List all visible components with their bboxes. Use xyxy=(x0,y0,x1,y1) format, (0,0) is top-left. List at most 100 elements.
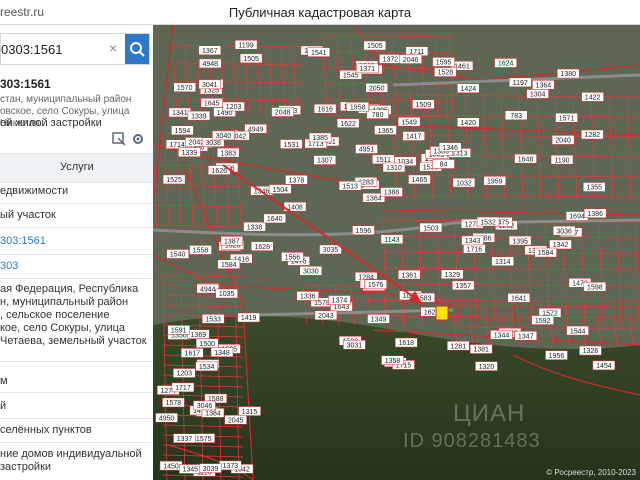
parcel-label[interactable]: 1578 xyxy=(166,400,182,407)
parcel-label[interactable]: 1576 xyxy=(368,282,384,289)
parcel-label[interactable]: 1566 xyxy=(285,255,301,262)
parcel-label[interactable]: 1281 xyxy=(451,343,467,350)
parcel-label[interactable]: 1348 xyxy=(214,350,230,357)
parcel-label[interactable]: 1622 xyxy=(340,121,356,128)
parcel-label[interactable]: 1364 xyxy=(536,83,552,90)
parcel-label[interactable]: 1571 xyxy=(559,115,575,122)
parcel-label[interactable]: 1386 xyxy=(587,211,603,218)
parcel-label[interactable]: 1355 xyxy=(586,185,602,192)
parcel-label[interactable]: 1505 xyxy=(367,43,383,50)
parcel-label[interactable]: 1618 xyxy=(398,340,414,347)
parcel-label[interactable]: 1643 xyxy=(334,304,350,311)
parcel-label[interactable]: 1315 xyxy=(242,409,258,416)
clear-icon[interactable]: × xyxy=(109,40,117,56)
parcel-label[interactable]: 1591 xyxy=(171,328,187,335)
parcel-label[interactable]: 1626 xyxy=(211,168,227,175)
parcel-label[interactable]: 1388 xyxy=(384,190,400,197)
parcel-label[interactable]: 1584 xyxy=(221,262,237,269)
parcel-label[interactable]: 1384 xyxy=(205,411,221,418)
parcel-label[interactable]: 1540 xyxy=(170,252,186,259)
parcel-label[interactable]: 1364 xyxy=(366,195,382,202)
parcel-label[interactable]: 1383 xyxy=(220,150,236,157)
parcel-label[interactable]: 3041 xyxy=(202,82,218,89)
parcel-label[interactable]: 1592 xyxy=(535,318,551,325)
parcel-label[interactable]: 1694 xyxy=(569,214,585,221)
parcel-label[interactable]: 1203 xyxy=(226,104,242,111)
parcel-label[interactable]: 1584 xyxy=(538,250,554,257)
parcel-label[interactable]: 2045 xyxy=(228,417,244,424)
parcel-label[interactable]: 1422 xyxy=(585,95,601,102)
parcel-label[interactable]: 1197 xyxy=(513,80,528,87)
parcel-label[interactable]: 3040 xyxy=(216,133,232,140)
parcel-label[interactable]: 1616 xyxy=(317,106,333,113)
parcel-label[interactable]: 1343 xyxy=(465,238,481,245)
parcel-label[interactable]: 780 xyxy=(372,112,384,119)
parcel-label[interactable]: 1380 xyxy=(561,71,577,78)
parcel-label[interactable]: 1956 xyxy=(549,353,565,360)
info-row-cad-number[interactable]: 303:1561 xyxy=(0,235,152,248)
parcel-label[interactable]: 1374 xyxy=(332,298,348,305)
parcel-label[interactable]: 1387 xyxy=(224,239,240,246)
parcel-label[interactable]: 3038 xyxy=(205,140,221,147)
parcel-label[interactable]: 1344 xyxy=(494,333,510,340)
parcel-label[interactable]: 1307 xyxy=(317,158,333,165)
parcel-label[interactable]: 3039 xyxy=(203,466,219,473)
parcel-label[interactable]: 3036 xyxy=(556,228,572,235)
parcel-label[interactable]: 1381 xyxy=(473,347,489,354)
parcel-label[interactable]: 1336 xyxy=(300,294,316,301)
map-share-icon[interactable] xyxy=(112,132,126,149)
tab-services[interactable]: Услуги xyxy=(60,161,94,173)
parcel-label[interactable]: 1598 xyxy=(587,284,603,291)
parcel-label[interactable]: 1450 xyxy=(163,463,179,470)
parcel-label[interactable]: 1640 xyxy=(267,216,283,223)
parcel-label[interactable]: 1424 xyxy=(461,86,477,93)
parcel-label[interactable]: 1358 xyxy=(385,358,401,365)
parcel-label[interactable]: 1357 xyxy=(455,283,471,290)
parcel-label[interactable]: 3030 xyxy=(303,268,319,275)
parcel-label[interactable]: 2043 xyxy=(318,313,334,320)
parcel-label[interactable]: 1367 xyxy=(202,48,218,55)
parcel-label[interactable]: 1310 xyxy=(386,165,402,172)
parcel-label[interactable]: 1190 xyxy=(555,157,570,164)
parcel-label[interactable]: 1534 xyxy=(199,364,215,371)
parcel-label[interactable]: 1958 xyxy=(350,104,366,111)
parcel-label[interactable]: 1143 xyxy=(384,237,399,244)
parcel-label[interactable]: 1617 xyxy=(184,351,200,358)
parcel-label[interactable]: 1628 xyxy=(254,244,270,251)
parcel-label[interactable]: 1509 xyxy=(416,102,432,109)
info-row-quarter[interactable]: 303 xyxy=(0,260,152,273)
parcel-label[interactable]: 1338 xyxy=(247,224,263,231)
parcel-label[interactable]: 1420 xyxy=(460,120,476,127)
cadastral-map[interactable]: 1499149014741472146414761461142514241465… xyxy=(153,25,640,480)
parcel-label[interactable]: 1533 xyxy=(205,317,221,324)
parcel-label[interactable]: 1525 xyxy=(166,177,182,184)
parcel-label[interactable]: 2050 xyxy=(369,86,385,93)
parcel-label[interactable]: 1032 xyxy=(456,180,472,187)
parcel-label[interactable]: 1531 xyxy=(284,142,300,149)
parcel-label[interactable]: 1337 xyxy=(177,436,193,443)
parcel-label[interactable]: 1500 xyxy=(199,341,215,348)
parcel-label[interactable]: 1645 xyxy=(204,101,220,108)
search-button[interactable] xyxy=(125,34,149,64)
parcel-label[interactable]: 783 xyxy=(510,113,522,120)
parcel-label[interactable]: 1503 xyxy=(423,225,439,232)
parcel-label[interactable]: 1549 xyxy=(401,119,417,126)
parcel-label[interactable]: 1349 xyxy=(371,317,387,324)
parcel-label[interactable]: 1558 xyxy=(193,248,209,255)
parcel-label[interactable]: 1373 xyxy=(223,463,239,470)
parcel-label[interactable]: 84 xyxy=(440,162,448,169)
parcel-label[interactable]: 1504 xyxy=(273,187,289,194)
parcel-label[interactable]: 1345 xyxy=(183,467,199,474)
parcel-label[interactable]: 1326 xyxy=(583,348,599,355)
parcel-label[interactable]: 1304 xyxy=(530,92,546,99)
parcel-label[interactable]: 1454 xyxy=(596,363,612,370)
parcel-label[interactable]: 1329 xyxy=(444,272,460,279)
parcel-label[interactable]: 1346 xyxy=(442,145,458,152)
map-canvas[interactable]: 1499149014741472146414761461142514241465… xyxy=(153,25,640,480)
selected-parcel[interactable] xyxy=(435,305,449,321)
parcel-label[interactable]: 1570 xyxy=(177,85,193,92)
parcel-label[interactable]: 4951 xyxy=(359,147,375,154)
parcel-label[interactable]: 1361 xyxy=(401,272,417,279)
parcel-label[interactable]: 1624 xyxy=(498,61,514,68)
parcel-label[interactable]: 1385 xyxy=(312,135,328,142)
